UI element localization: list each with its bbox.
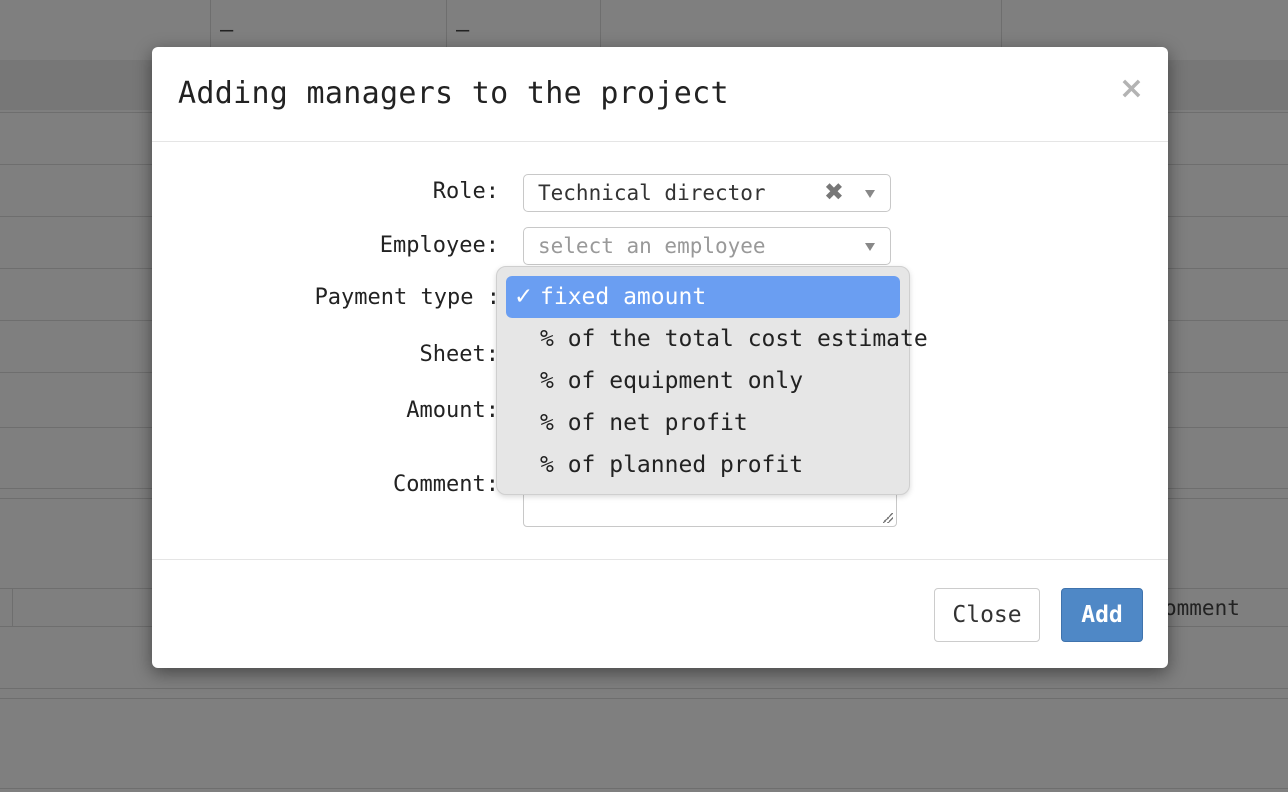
employee-select-placeholder: select an employee	[538, 234, 766, 258]
role-label: Role:	[432, 179, 499, 204]
modal-header: Adding managers to the project ×	[152, 47, 1168, 142]
employee-select[interactable]: select an employee	[523, 227, 891, 265]
option-label: % of equipment only	[540, 368, 804, 394]
check-icon: ✓	[514, 284, 534, 310]
close-icon[interactable]: ×	[1119, 71, 1144, 106]
add-button[interactable]: Add	[1061, 588, 1143, 642]
option-label: fixed amount	[540, 284, 707, 310]
bg-cell-dash: –	[456, 18, 470, 43]
bg-grid-line	[0, 788, 1288, 789]
bg-cell-dash: –	[220, 18, 234, 43]
payment-type-dropdown: ✓ fixed amount % of the total cost estim…	[496, 266, 928, 495]
bg-grid-line	[0, 698, 1288, 699]
option-label: % of the total cost estimate	[540, 326, 928, 352]
payment-option-total-cost[interactable]: % of the total cost estimate	[506, 318, 928, 360]
clear-selection-icon[interactable]: ✖	[824, 178, 844, 206]
amount-label: Amount:	[406, 398, 499, 423]
option-label: % of planned profit	[540, 452, 804, 478]
bg-grid-line	[0, 688, 1288, 689]
payment-option-fixed-amount[interactable]: ✓ fixed amount	[506, 276, 900, 318]
modal-footer: Close Add	[152, 559, 1168, 669]
bg-grid-line	[12, 588, 13, 626]
modal-title: Adding managers to the project	[178, 76, 729, 111]
close-button[interactable]: Close	[934, 588, 1040, 642]
role-select[interactable]: Technical director ✖	[523, 174, 891, 212]
payment-option-net-profit[interactable]: % of net profit	[506, 402, 900, 444]
comment-label: Comment:	[393, 472, 499, 497]
option-label: % of net profit	[540, 410, 748, 436]
payment-option-equipment[interactable]: % of equipment only	[506, 360, 900, 402]
role-select-value: Technical director	[538, 181, 766, 205]
chevron-down-icon	[865, 243, 875, 251]
resize-handle-icon[interactable]	[883, 513, 893, 523]
bg-column-header: omment	[1164, 596, 1240, 620]
payment-option-planned-profit[interactable]: % of planned profit	[506, 444, 900, 486]
payment-type-label: Payment type :	[314, 285, 500, 310]
employee-label: Employee:	[379, 233, 499, 258]
chevron-down-icon	[865, 190, 875, 198]
sheet-label: Sheet:	[419, 342, 499, 367]
